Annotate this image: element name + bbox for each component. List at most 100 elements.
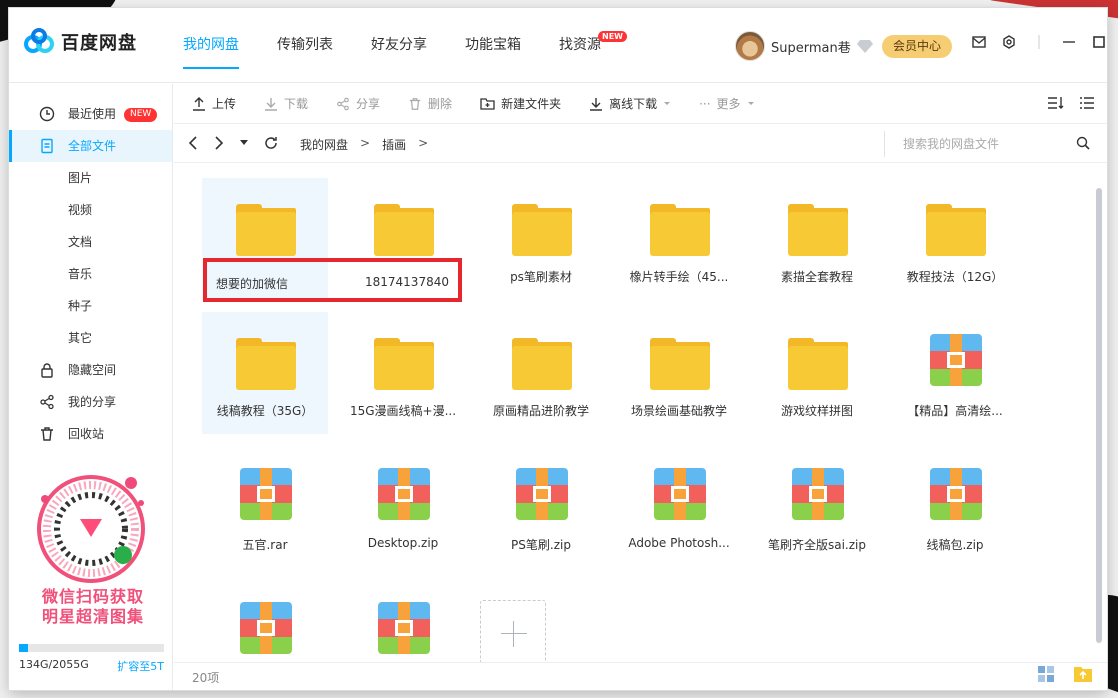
file-name: 游戏纹样拼图 <box>780 404 853 418</box>
folder-item[interactable]: 原画精品进阶教学 <box>478 312 604 434</box>
folder-item[interactable]: 橡片转手绘（45... <box>616 178 742 300</box>
breadcrumb-root[interactable]: 我的网盘 <box>300 136 348 153</box>
folder-icon <box>650 334 710 390</box>
share-button[interactable]: 分享 <box>336 95 380 112</box>
new-folder-button[interactable]: 新建文件夹 <box>480 95 561 112</box>
delete-button[interactable]: 删除 <box>408 95 452 112</box>
folder-item[interactable]: 15G漫画线稿+漫... <box>340 312 466 434</box>
download-button[interactable]: 下载 <box>264 95 308 112</box>
folder-icon <box>236 334 296 390</box>
more-label: 更多 <box>716 97 741 111</box>
file-name: 线稿教程（35G） <box>216 404 314 418</box>
zip-archive-icon <box>236 468 296 524</box>
sidebar-item-torrents[interactable]: 种子 <box>9 290 172 322</box>
minimize-icon[interactable] <box>1061 34 1077 50</box>
promo-line: 微信扫码获取 <box>41 587 144 606</box>
offline-download-button[interactable]: 离线下载 <box>589 95 671 112</box>
search-icon[interactable] <box>1076 136 1090 150</box>
maximize-icon[interactable] <box>1091 34 1107 50</box>
sidebar-item-images[interactable]: 图片 <box>9 162 172 194</box>
settings-icon[interactable] <box>1001 34 1017 50</box>
file-name: 橡片转手绘（45... <box>629 270 729 284</box>
nav-friend-share[interactable]: 好友分享 <box>371 8 427 83</box>
folder-item[interactable]: 场景绘画基础教学 <box>616 312 742 434</box>
folder-item[interactable]: 素描全套教程 <box>754 178 880 300</box>
vip-diamond-icon <box>856 40 873 53</box>
history-dropdown-icon[interactable] <box>240 140 248 146</box>
sidebar-item-recent[interactable]: 最近使用 NEW <box>9 98 172 130</box>
breadcrumb-separator: > <box>418 136 429 150</box>
window-controls <box>971 34 1107 50</box>
archive-item[interactable]: 【精品】高清绘... <box>892 312 1018 434</box>
mail-icon[interactable] <box>971 34 987 50</box>
list-view-icon[interactable] <box>1079 96 1095 110</box>
nav-label: 找资源 <box>559 37 601 53</box>
separator <box>1031 34 1047 50</box>
back-icon[interactable] <box>188 136 198 150</box>
file-name: 笔刷齐全版sai.zip <box>767 538 866 552</box>
refresh-icon[interactable] <box>264 136 278 150</box>
file-name: 素描全套教程 <box>780 270 853 284</box>
expand-storage-link[interactable]: 扩容至5T <box>117 658 164 674</box>
item-count: 20项 <box>192 671 220 685</box>
offline-download-icon <box>590 97 603 111</box>
archive-item[interactable] <box>202 580 328 662</box>
sidebar-item-music[interactable]: 音乐 <box>9 258 172 290</box>
nav-transfer-list[interactable]: 传输列表 <box>277 8 333 83</box>
archive-item[interactable]: 五官.rar <box>202 446 328 568</box>
baidu-netdisk-window: 百度网盘 我的网盘 传输列表 好友分享 功能宝箱 找资源 NEW Superman… <box>9 8 1107 690</box>
share-icon <box>337 97 349 110</box>
sidebar-item-label: 音乐 <box>68 267 93 281</box>
sidebar-item-all-files[interactable]: 全部文件 <box>9 130 172 162</box>
nav-toolbox[interactable]: 功能宝箱 <box>465 8 521 83</box>
vip-center-button[interactable]: 会员中心 <box>882 35 952 58</box>
folder-icon <box>650 200 710 256</box>
sidebar-item-label: 我的分享 <box>68 395 117 409</box>
folder-item[interactable]: 线稿教程（35G） <box>202 312 328 434</box>
archive-item[interactable]: Adobe Photosh... <box>616 446 742 568</box>
promo-qr-card[interactable]: 微信扫码获取 明星超清图集 <box>31 469 155 626</box>
more-button[interactable]: ··· 更多 <box>699 95 754 112</box>
upload-folder-icon[interactable] <box>1073 665 1093 683</box>
chevron-down-icon <box>664 101 671 105</box>
sidebar-item-my-shares[interactable]: 我的分享 <box>9 386 172 418</box>
search-input[interactable] <box>903 137 1063 151</box>
new-folder-label: 新建文件夹 <box>501 97 562 111</box>
archive-item[interactable]: Desktop.zip <box>340 446 466 568</box>
grid-view-icon[interactable] <box>1037 665 1055 683</box>
zip-archive-icon <box>926 334 986 390</box>
avatar[interactable] <box>735 31 765 61</box>
archive-item[interactable] <box>340 580 466 662</box>
upload-button[interactable]: 上传 <box>192 95 236 112</box>
breadcrumb-separator: > <box>360 136 371 150</box>
sidebar-item-label: 全部文件 <box>68 139 117 153</box>
overlay-text-left: 想要的加微信 <box>216 277 289 291</box>
add-file-button[interactable] <box>480 600 546 662</box>
archive-item[interactable]: 线稿包.zip <box>892 446 1018 568</box>
folder-item[interactable]: 教程技法（12G） <box>892 178 1018 300</box>
file-grid: ps笔刷素材 橡片转手绘（45... 素描全套教程 教程技法（12G） 线稿教程（35G… <box>174 164 1094 662</box>
user-profile[interactable]: Superman巷 <box>735 31 873 61</box>
archive-item[interactable]: 笔刷齐全版sai.zip <box>754 446 880 568</box>
folder-item[interactable]: 游戏纹样拼图 <box>754 312 880 434</box>
archive-item[interactable]: PS笔刷.zip <box>478 446 604 568</box>
sidebar-item-other[interactable]: 其它 <box>9 322 172 354</box>
sidebar-item-videos[interactable]: 视频 <box>9 194 172 226</box>
nav-find-resources[interactable]: 找资源 NEW <box>559 8 627 83</box>
breadcrumb-current[interactable]: 插画 <box>382 136 406 153</box>
app-logo[interactable]: 百度网盘 <box>23 28 137 56</box>
file-name: PS笔刷.zip <box>511 538 571 552</box>
sidebar-item-docs[interactable]: 文档 <box>9 226 172 258</box>
sort-icon[interactable] <box>1047 96 1065 110</box>
folder-item[interactable]: ps笔刷素材 <box>478 178 604 300</box>
file-name: 教程技法（12G） <box>906 270 1004 284</box>
forward-icon[interactable] <box>214 136 224 150</box>
folder-icon <box>512 200 572 256</box>
file-icon <box>41 138 53 154</box>
folder-icon <box>926 200 986 256</box>
sidebar-item-trash[interactable]: 回收站 <box>9 418 172 450</box>
nav-my-disk[interactable]: 我的网盘 <box>183 8 239 83</box>
sidebar-item-hidden-space[interactable]: 隐藏空间 <box>9 354 172 386</box>
scrollbar[interactable] <box>1096 178 1104 648</box>
scrollbar-thumb[interactable] <box>1096 188 1102 643</box>
